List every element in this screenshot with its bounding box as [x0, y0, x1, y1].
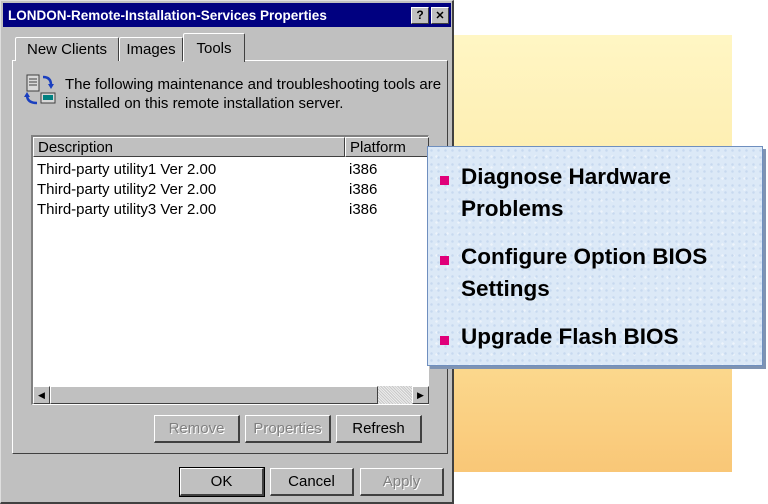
- ok-button[interactable]: OK: [179, 467, 265, 497]
- intro-text: The following maintenance and troublesho…: [65, 76, 442, 112]
- title-bar[interactable]: LONDON-Remote-Installation-Services Prop…: [3, 3, 451, 27]
- list-item[interactable]: Third-party utility3 Ver 2.00 i386: [33, 201, 429, 221]
- list-header: Description Platform: [33, 137, 429, 157]
- column-description[interactable]: Description: [33, 137, 345, 157]
- item-platform: i386: [349, 161, 378, 178]
- scroll-thumb[interactable]: [50, 386, 378, 404]
- refresh-button[interactable]: Refresh: [336, 415, 422, 443]
- properties-button[interactable]: Properties: [245, 415, 331, 443]
- bullet-square-icon: [440, 256, 449, 265]
- tab-images[interactable]: Images: [119, 37, 183, 61]
- list-item[interactable]: Third-party utility2 Ver 2.00 i386: [33, 181, 429, 201]
- help-button[interactable]: ?: [411, 6, 429, 24]
- cancel-button[interactable]: Cancel: [270, 468, 354, 496]
- item-description: Third-party utility1 Ver 2.00: [37, 161, 217, 178]
- item-platform: i386: [349, 181, 378, 198]
- column-platform[interactable]: Platform: [345, 137, 429, 157]
- feature-callout: Diagnose Hardware Problems Configure Opt…: [427, 146, 763, 366]
- apply-button[interactable]: Apply: [360, 468, 444, 496]
- item-description: Third-party utility2 Ver 2.00: [37, 181, 217, 198]
- horizontal-scrollbar[interactable]: ◀ ▶: [33, 386, 429, 404]
- list-item[interactable]: Third-party utility1 Ver 2.00 i386: [33, 161, 429, 181]
- scroll-left-icon[interactable]: ◀: [33, 386, 50, 404]
- tools-list[interactable]: Description Platform Third-party utility…: [31, 135, 429, 405]
- server-tools-icon: [24, 74, 56, 105]
- properties-dialog: LONDON-Remote-Installation-Services Prop…: [0, 0, 454, 504]
- tab-new-clients[interactable]: New Clients: [15, 37, 119, 61]
- bullet-square-icon: [440, 336, 449, 345]
- close-button[interactable]: ✕: [431, 6, 449, 24]
- remove-button[interactable]: Remove: [154, 415, 240, 443]
- item-platform: i386: [349, 201, 378, 218]
- scroll-right-icon[interactable]: ▶: [412, 386, 429, 404]
- tab-tools[interactable]: Tools: [183, 33, 245, 62]
- bullet-square-icon: [440, 176, 449, 185]
- item-description: Third-party utility3 Ver 2.00: [37, 201, 217, 218]
- window-title: LONDON-Remote-Installation-Services Prop…: [8, 7, 327, 23]
